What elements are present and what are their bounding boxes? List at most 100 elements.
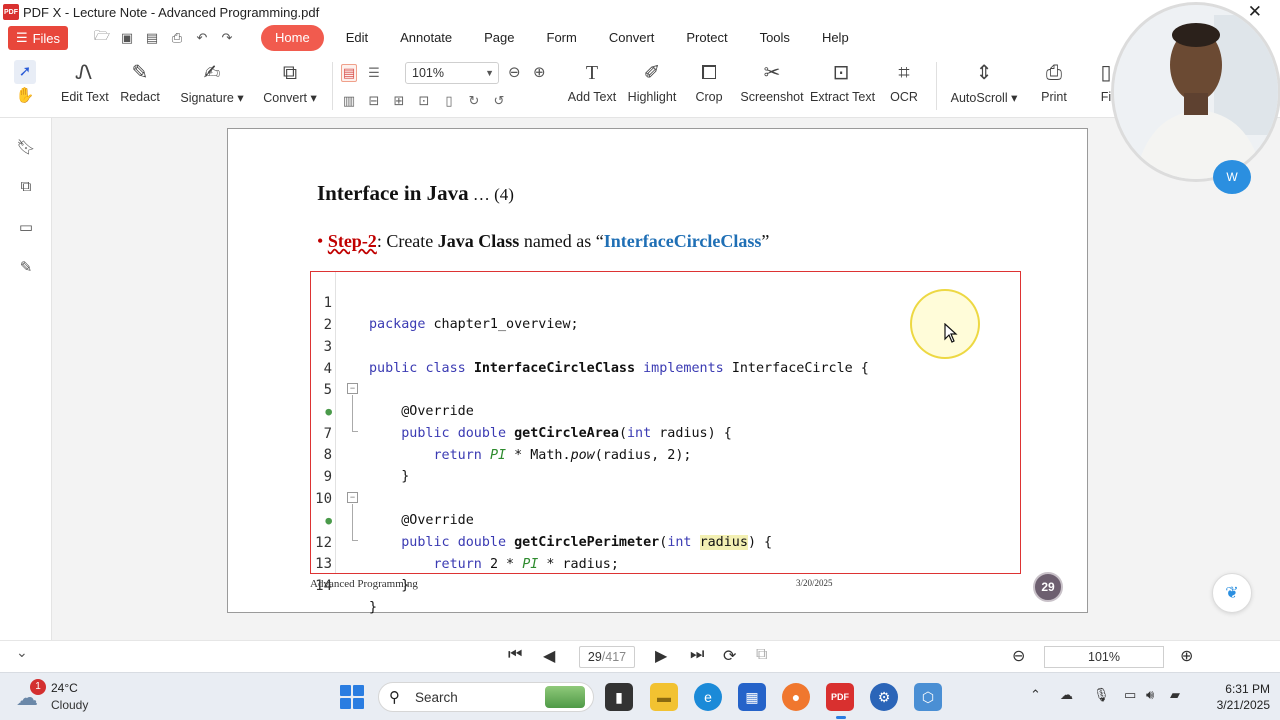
menu-home[interactable]: Home bbox=[261, 25, 324, 51]
undo-icon[interactable]: ↶ bbox=[194, 30, 210, 46]
menu-edit[interactable]: Edit bbox=[330, 25, 384, 51]
print-quick-icon[interactable]: ⎙ bbox=[169, 30, 185, 46]
redact-icon: ✎ bbox=[131, 62, 149, 84]
search-highlight-image bbox=[545, 686, 585, 708]
open-folder-icon[interactable]: 🗁 bbox=[94, 27, 110, 49]
firefox-icon[interactable]: ● bbox=[782, 683, 810, 711]
slide-page-number: 29 bbox=[1033, 572, 1063, 602]
crop-button[interactable]: ⧠ Crop bbox=[692, 60, 726, 104]
rotate-ccw-icon[interactable]: ↺ bbox=[491, 93, 507, 109]
rotate-view-icon[interactable]: ⟳ bbox=[723, 646, 736, 666]
save-as-icon[interactable]: ▤ bbox=[144, 30, 160, 46]
edge-browser-icon[interactable]: e bbox=[694, 683, 722, 711]
menu-tools[interactable]: Tools bbox=[744, 25, 806, 51]
select-arrow-icon[interactable]: ➚ bbox=[14, 60, 36, 84]
zoom-in-bottom-icon[interactable]: ⊕ bbox=[1180, 646, 1193, 666]
rotate-cw-icon[interactable]: ↻ bbox=[466, 93, 482, 109]
battery-icon[interactable]: ▰ bbox=[1170, 687, 1180, 703]
ai-assistant-button[interactable]: ❦ bbox=[1212, 573, 1252, 613]
code-text: public class InterfaceCircleClass implem… bbox=[369, 361, 869, 376]
taskbar-search[interactable]: ⚲ Search bbox=[378, 682, 594, 712]
window-close-button[interactable]: ✕ bbox=[1248, 2, 1262, 22]
microsoft-store-icon[interactable]: ▦ bbox=[738, 683, 766, 711]
pdf-x-taskbar-icon[interactable]: PDF bbox=[826, 683, 854, 711]
extract-text-button[interactable]: ⊡ Extract Text bbox=[810, 60, 875, 104]
file-explorer-icon[interactable]: ▬ bbox=[650, 683, 678, 711]
virtualbox-icon[interactable]: ⬡ bbox=[914, 683, 942, 711]
ocr-icon: ⌗ bbox=[898, 62, 910, 84]
zoom-level-field[interactable]: 101% bbox=[1044, 646, 1164, 668]
signature-panel-icon[interactable]: ✎ bbox=[16, 258, 36, 276]
menu-convert[interactable]: Convert bbox=[593, 25, 671, 51]
quick-access-bar: 🗁 ▣ ▤ ⎙ ↶ ↷ bbox=[94, 27, 235, 49]
menu-page[interactable]: Page bbox=[468, 25, 530, 51]
comments-icon[interactable]: ▭ bbox=[16, 218, 36, 236]
convert-button[interactable]: ⧉ Convert ▾ bbox=[262, 60, 318, 105]
speaker-icon[interactable]: 🔊︎ bbox=[1146, 687, 1154, 703]
fit-page-icon[interactable]: ⊡ bbox=[416, 93, 432, 109]
network-icon[interactable]: ▭ bbox=[1124, 687, 1136, 703]
bookmark-icon[interactable]: 🔖︎ bbox=[16, 138, 36, 156]
pdf-page: Interface in Java … (4) • Step-2: Create… bbox=[227, 128, 1088, 615]
fit-width-icon[interactable]: ⊞ bbox=[391, 93, 407, 109]
files-button[interactable]: ☰ Files bbox=[8, 26, 68, 50]
sidebar-collapse-chevron-icon[interactable]: ⌄ bbox=[16, 644, 28, 661]
continuous-view-icon[interactable]: ☰ bbox=[366, 65, 382, 81]
edit-text-button[interactable]: Ꮑ Edit Text bbox=[61, 60, 109, 104]
zoom-select[interactable]: 101% ▼ bbox=[405, 62, 499, 84]
webcam-app-badge-icon[interactable]: W bbox=[1213, 160, 1251, 194]
code-line: 5 @Override bbox=[311, 357, 474, 419]
start-button[interactable] bbox=[340, 685, 364, 709]
highlight-label: Highlight bbox=[627, 90, 677, 104]
edit-text-icon: Ꮑ bbox=[75, 62, 93, 84]
menu-protect[interactable]: Protect bbox=[670, 25, 743, 51]
zoom-in-icon[interactable]: ⊕ bbox=[533, 63, 546, 81]
menu-annotate[interactable]: Annotate bbox=[384, 25, 468, 51]
add-text-button[interactable]: T Add Text bbox=[566, 60, 618, 104]
ocr-button[interactable]: ⌗ OCR bbox=[888, 60, 920, 104]
fit-view-icon[interactable]: ⧉ bbox=[756, 646, 767, 664]
save-icon[interactable]: ▣ bbox=[119, 30, 135, 46]
previous-page-icon[interactable]: ◀ bbox=[543, 646, 555, 666]
last-page-icon[interactable]: ⏭ bbox=[690, 646, 704, 664]
two-page-view-icon[interactable]: ▥ bbox=[341, 93, 357, 109]
fold-collapse-icon[interactable]: − bbox=[347, 383, 358, 394]
microphone-icon[interactable]: 🎙︎ bbox=[1093, 687, 1110, 703]
highlight-button[interactable]: ✐ Highlight bbox=[626, 60, 678, 104]
zoom-out-icon[interactable]: ⊖ bbox=[508, 63, 521, 81]
zoom-out-bottom-icon[interactable]: ⊖ bbox=[1012, 646, 1025, 666]
menu-help[interactable]: Help bbox=[806, 25, 865, 51]
single-page-view-icon[interactable]: ▤ bbox=[341, 64, 357, 82]
page-number-input[interactable]: 29/417 bbox=[579, 646, 635, 668]
left-sidebar: 🔖︎ ⧉ ▭ ✎ bbox=[0, 118, 52, 670]
total-pages: /417 bbox=[601, 650, 627, 664]
actual-size-icon[interactable]: ▯ bbox=[441, 93, 457, 109]
screenshot-button[interactable]: ✂ Screenshot bbox=[740, 60, 804, 104]
fold-collapse-icon[interactable]: − bbox=[347, 492, 358, 503]
task-view-icon[interactable]: ▮ bbox=[605, 683, 633, 711]
print-button[interactable]: ⎙ Print bbox=[1036, 60, 1072, 104]
cover-view-icon[interactable]: ⊟ bbox=[366, 93, 382, 109]
pdf-x-window: PDF PDF X - Lecture Note - Advanced Prog… bbox=[0, 0, 1280, 720]
screenshot-icon: ✂ bbox=[763, 62, 781, 84]
menu-form[interactable]: Form bbox=[531, 25, 593, 51]
settings-gear-icon[interactable]: ⚙ bbox=[870, 683, 898, 711]
tray-chevron-up-icon[interactable]: ⌃ bbox=[1030, 687, 1041, 703]
search-icon: ⚲ bbox=[389, 689, 400, 706]
first-page-icon[interactable]: ⏮ bbox=[508, 646, 522, 664]
next-page-icon[interactable]: ▶ bbox=[655, 646, 667, 666]
windows-logo-icon bbox=[340, 685, 351, 696]
zoom-select-value: 101% bbox=[412, 66, 444, 80]
redo-icon[interactable]: ↷ bbox=[219, 30, 235, 46]
weather-notification-badge: 1 bbox=[30, 679, 46, 695]
onedrive-cloud-icon[interactable]: ☁ bbox=[1060, 687, 1073, 703]
document-viewport[interactable]: Interface in Java … (4) • Step-2: Create… bbox=[52, 118, 1280, 640]
title-bar: PDF PDF X - Lecture Note - Advanced Prog… bbox=[0, 0, 1280, 24]
hand-tool-icon[interactable]: ✋ bbox=[14, 84, 36, 108]
crop-icon: ⧠ bbox=[701, 62, 717, 84]
thumbnails-icon[interactable]: ⧉ bbox=[16, 178, 36, 195]
autoscroll-button[interactable]: ⇕ AutoScroll ▾ bbox=[948, 60, 1020, 105]
system-clock[interactable]: 6:31 PM 3/21/2025 bbox=[1196, 681, 1270, 713]
signature-button[interactable]: ✍ Signature ▾ bbox=[180, 60, 244, 105]
redact-button[interactable]: ✎ Redact bbox=[120, 60, 160, 104]
